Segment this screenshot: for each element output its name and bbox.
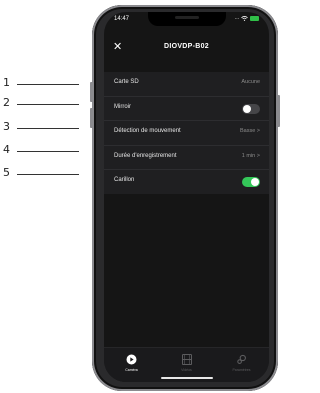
setting-value: 1 min >	[241, 152, 260, 159]
toggle-knob	[243, 104, 251, 113]
callout-line	[17, 151, 79, 152]
setting-row-chime: Carillon	[104, 170, 269, 194]
setting-row-sd-card[interactable]: Carte SD Aucune	[104, 72, 269, 97]
volume-down-button	[90, 108, 93, 128]
status-icons: ...	[235, 15, 259, 21]
settings-list: Carte SD Aucune Mirroir Détection de mou…	[104, 72, 269, 194]
setting-value: Basse >	[239, 128, 260, 134]
camera-icon	[126, 353, 138, 365]
callout-number: 4	[3, 143, 10, 156]
callout-5: 5	[0, 166, 86, 180]
battery-icon	[250, 15, 259, 21]
callout-1: 1	[0, 76, 86, 90]
callout-line	[17, 84, 79, 85]
callout-line	[17, 128, 79, 129]
callout-number: 1	[3, 76, 10, 89]
power-button	[277, 95, 280, 127]
callout-number: 2	[3, 96, 10, 109]
setting-row-recording-duration[interactable]: Durée d'enregistrement 1 min >	[104, 146, 269, 170]
setting-value: Aucune	[241, 79, 260, 85]
settings-icon	[236, 353, 248, 365]
phone-screen: 14:47 ... ✕ DIOVDP-B02 Carte SD Aucune M…	[104, 12, 269, 382]
setting-label: Détection de mouvement	[114, 128, 181, 134]
page-title: DIOVDP-B02	[163, 43, 209, 50]
chime-toggle[interactable]	[242, 177, 260, 187]
callout-4: 4	[0, 143, 86, 157]
setting-label: Carillon	[114, 177, 135, 183]
toggle-knob	[251, 178, 259, 186]
tab-label: Vidéos	[181, 368, 192, 372]
tab-camera[interactable]: Caméra	[104, 348, 159, 382]
volume-up-button	[90, 82, 93, 102]
header: ✕ DIOVDP-B02	[104, 38, 269, 60]
setting-row-motion-detection[interactable]: Détection de mouvement Basse >	[104, 121, 269, 146]
status-bar: 14:47 ...	[104, 12, 269, 30]
setting-row-mirror: Mirroir	[104, 97, 269, 121]
callout-2: 2	[0, 96, 86, 110]
setting-label: Carte SD	[114, 79, 139, 85]
home-indicator	[160, 377, 213, 379]
mirror-toggle[interactable]	[242, 103, 260, 114]
callout-line	[17, 104, 79, 105]
film-icon	[181, 353, 193, 365]
callout-number: 5	[3, 166, 10, 179]
callout-number: 3	[3, 120, 10, 133]
setting-label: Mirroir	[114, 103, 131, 110]
tab-label: Paramètres	[232, 368, 251, 372]
signal-icon: ...	[234, 15, 239, 21]
setting-label: Durée d'enregistrement	[114, 152, 177, 159]
status-time: 14:47	[114, 16, 130, 22]
tab-label: Caméra	[125, 368, 138, 372]
wifi-icon	[241, 15, 248, 21]
tab-settings[interactable]: Paramètres	[214, 348, 269, 382]
callout-3: 3	[0, 120, 86, 134]
callout-line	[17, 174, 79, 175]
tab-bar: Caméra Vidéos Paramètres	[104, 347, 269, 382]
